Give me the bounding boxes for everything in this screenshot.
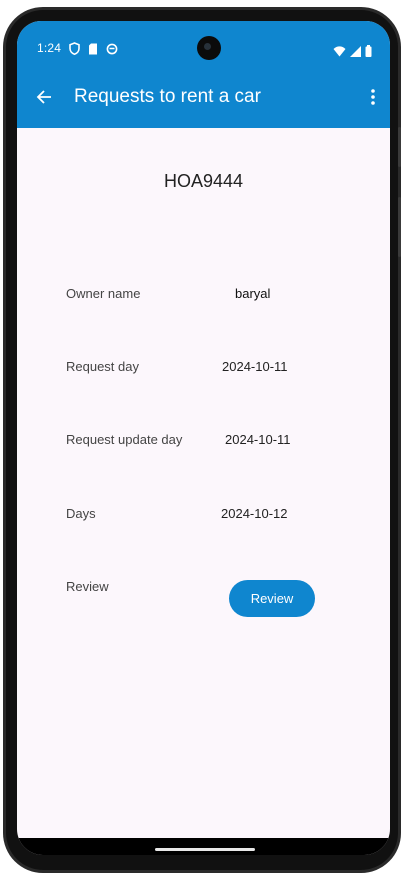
app-bar: Requests to rent a car: [17, 74, 390, 128]
car-plate-number: HOA9444: [163, 171, 244, 191]
status-icons-left: [69, 40, 118, 59]
navigation-bar: [17, 838, 390, 855]
request-update-day-value: 2024-10-11: [225, 432, 291, 447]
status-time: 1:24: [37, 41, 62, 55]
volume-button: [398, 197, 401, 257]
overflow-menu-button[interactable]: [362, 86, 384, 112]
request-update-day-label: Request update day: [66, 432, 183, 447]
wifi-icon: [333, 42, 346, 61]
arrow-back-icon: [36, 89, 52, 109]
review-button[interactable]: Review: [229, 580, 315, 617]
cellular-signal-icon: [350, 42, 361, 61]
days-value: 2024-10-12: [221, 506, 288, 521]
phone-screen: 1:24 Requests to rent a car HOA9444 Owne…: [17, 21, 390, 855]
sim-card-icon: [88, 40, 98, 59]
sync-icon: [106, 40, 118, 59]
request-details: HOA9444 Owner name baryal Request day 20…: [17, 128, 390, 838]
status-icons-right: [333, 42, 372, 61]
power-button: [398, 127, 401, 167]
more-vert-icon: [371, 89, 375, 109]
page-title: Requests to rent a car: [74, 86, 261, 107]
front-camera: [197, 36, 221, 60]
home-indicator[interactable]: [155, 848, 255, 851]
status-bar: 1:24: [17, 21, 390, 74]
owner-name-value: baryal: [235, 286, 271, 301]
request-day-label: Request day: [66, 359, 139, 374]
back-button[interactable]: [31, 86, 57, 112]
battery-icon: [365, 42, 372, 61]
owner-name-label: Owner name: [66, 286, 141, 301]
request-day-value: 2024-10-11: [222, 359, 288, 374]
days-label: Days: [66, 506, 96, 521]
review-label: Review: [66, 579, 109, 594]
vpn-shield-icon: [69, 40, 80, 59]
